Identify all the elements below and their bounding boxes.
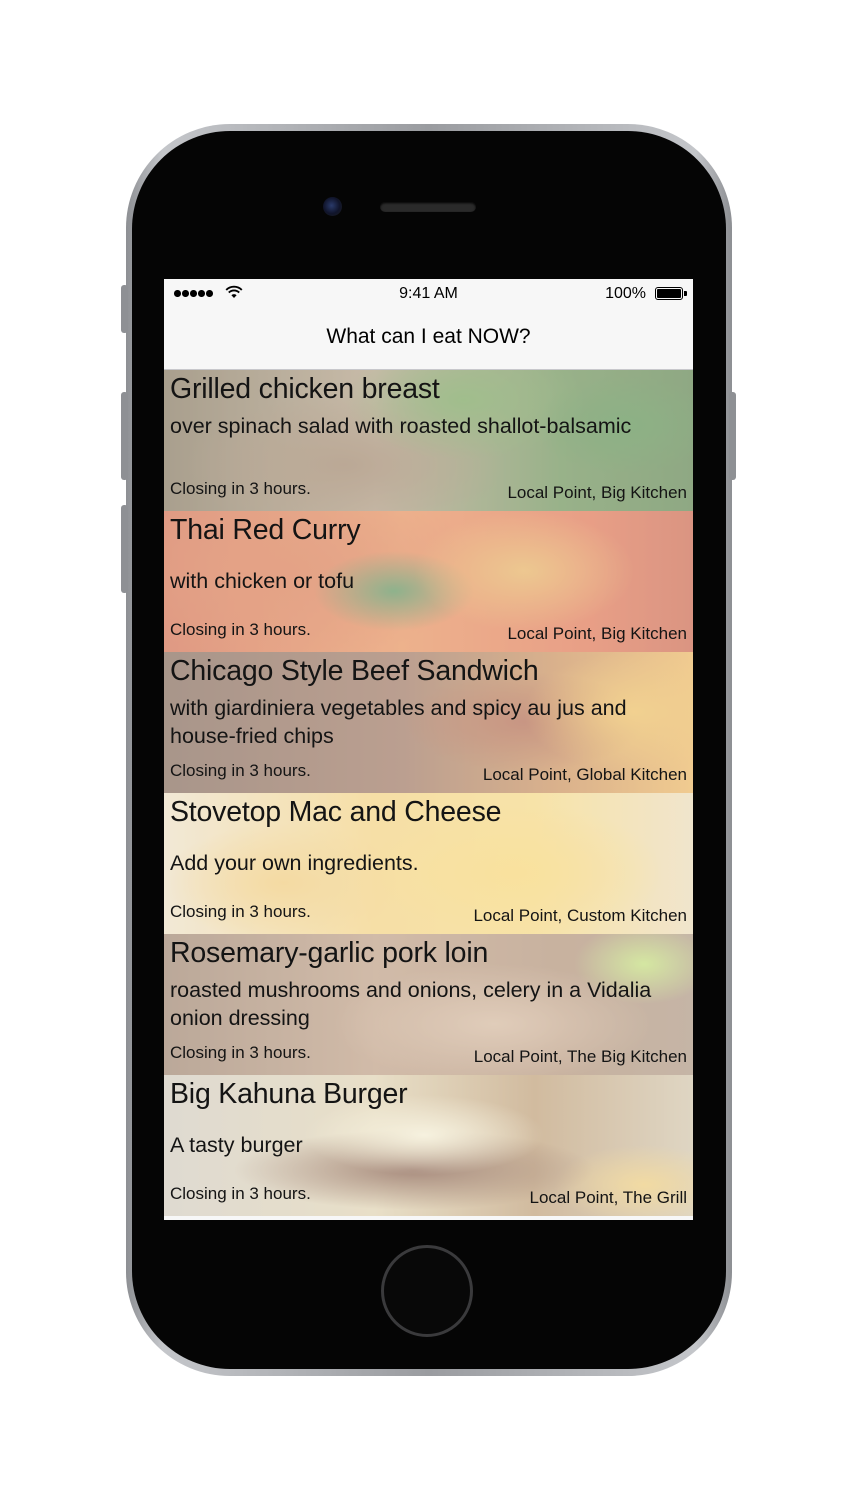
- front-camera: [323, 197, 342, 216]
- food-title: Big Kahuna Burger: [170, 1078, 408, 1110]
- location-label: Local Point, Big Kitchen: [507, 624, 687, 643]
- navigation-bar: What can I eat NOW?: [164, 309, 693, 370]
- food-item-thai-red-curry[interactable]: Thai Red Curry with chicken or tofu Clos…: [164, 511, 693, 652]
- battery-icon: [655, 287, 687, 300]
- closing-time: Closing in 3 hours.: [170, 1043, 311, 1062]
- status-bar: 9:41 AM 100%: [164, 279, 693, 309]
- food-description: with chicken or tofu: [170, 569, 355, 593]
- food-item-big-kahuna-burger[interactable]: Big Kahuna Burger A tasty burger Closing…: [164, 1075, 693, 1216]
- food-item-mac-and-cheese[interactable]: Stovetop Mac and Cheese Add your own ing…: [164, 793, 693, 934]
- food-item-grilled-chicken[interactable]: Grilled chicken breast over spinach sala…: [164, 370, 693, 511]
- food-description: A tasty burger: [170, 1133, 303, 1157]
- closing-time: Closing in 3 hours.: [170, 1184, 311, 1203]
- home-button[interactable]: [381, 1245, 473, 1337]
- closing-time: Closing in 3 hours.: [170, 620, 311, 639]
- screen: 9:41 AM 100% What can I eat NOW? Grilled…: [164, 279, 693, 1220]
- food-title: Grilled chicken breast: [170, 373, 440, 405]
- power-button: [729, 392, 736, 480]
- food-title: Thai Red Curry: [170, 514, 361, 546]
- page-title: What can I eat NOW?: [326, 325, 531, 348]
- mute-switch: [121, 285, 128, 333]
- food-title: Rosemary-garlic pork loin: [170, 937, 489, 969]
- earpiece-speaker: [380, 202, 476, 212]
- location-label: Local Point, Global Kitchen: [482, 765, 687, 784]
- location-label: Local Point, Custom Kitchen: [473, 906, 687, 925]
- food-list[interactable]: Grilled chicken breast over spinach sala…: [164, 370, 693, 1216]
- food-description: Add your own ingredients.: [170, 851, 419, 875]
- location-label: Local Point, The Grill: [529, 1188, 687, 1207]
- location-label: Local Point, The Big Kitchen: [473, 1047, 687, 1066]
- food-item-pork-loin[interactable]: Rosemary-garlic pork loin roasted mushro…: [164, 934, 693, 1075]
- closing-time: Closing in 3 hours.: [170, 902, 311, 921]
- food-item-chicago-beef-sandwich[interactable]: Chicago Style Beef Sandwich with giardin…: [164, 652, 693, 793]
- food-title: Chicago Style Beef Sandwich: [170, 655, 539, 687]
- closing-time: Closing in 3 hours.: [170, 479, 311, 498]
- battery-percentage: 100%: [605, 285, 646, 302]
- closing-time: Closing in 3 hours.: [170, 761, 311, 780]
- location-label: Local Point, Big Kitchen: [507, 483, 687, 502]
- food-title: Stovetop Mac and Cheese: [170, 796, 502, 828]
- volume-up-button: [121, 392, 128, 480]
- food-description: with giardiniera vegetables and spicy au…: [170, 696, 627, 748]
- volume-down-button: [121, 505, 128, 593]
- food-description: roasted mushrooms and onions, celery in …: [170, 978, 652, 1030]
- food-description: over spinach salad with roasted shallot-…: [170, 414, 632, 438]
